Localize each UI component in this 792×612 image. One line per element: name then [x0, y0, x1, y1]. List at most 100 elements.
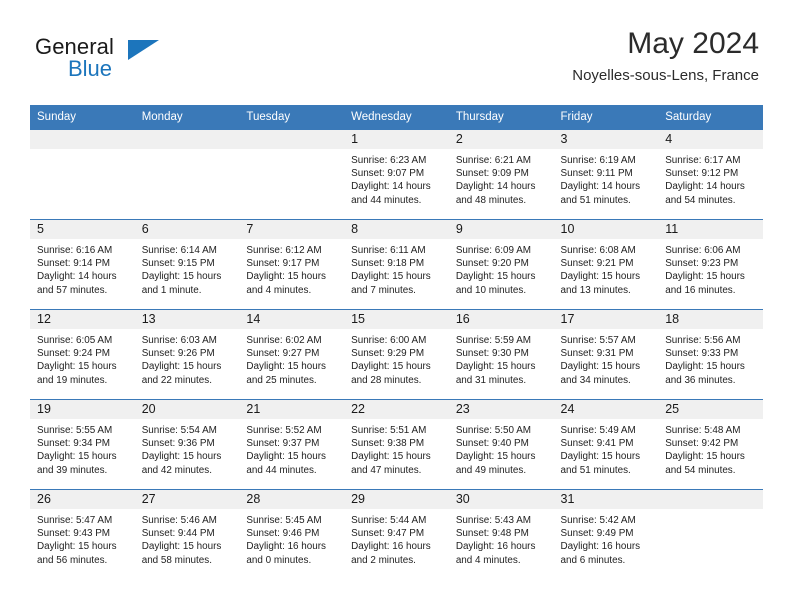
day-cell-inner: 21 Sunrise: 5:52 AM Sunset: 9:37 PM Dayligh… [239, 400, 345, 489]
day-number: 1 [344, 130, 449, 149]
sunrise-text: Sunrise: 6:12 AM [246, 245, 322, 256]
sunrise-text: Sunrise: 6:02 AM [246, 335, 322, 346]
daylight-text-line1: Daylight: 16 hours [351, 541, 431, 553]
daylight-text-line2: and 2 minutes. [351, 554, 416, 566]
calendar-day-cell[interactable]: 12 Sunrise: 6:05 AM Sunset: 9:24 PM Dayligh… [30, 309, 135, 400]
day-cell-inner: 24 Sunrise: 5:49 AM Sunset: 9:41 PM Dayligh… [553, 400, 659, 489]
daylight-text-line2: and 51 minutes. [560, 464, 631, 476]
weekday-header-sunday: Sunday [30, 105, 135, 130]
sunset-text: Sunset: 9:46 PM [246, 528, 320, 540]
calendar-day-cell[interactable]: 20 Sunrise: 5:54 AM Sunset: 9:36 PM Dayligh… [134, 399, 240, 490]
calendar-day-cell[interactable]: 21 Sunrise: 5:52 AM Sunset: 9:37 PM Dayligh… [239, 399, 345, 490]
calendar-day-cell[interactable]: 4 Sunrise: 6:17 AM Sunset: 9:12 PM Daylight… [658, 130, 763, 220]
sunset-text: Sunset: 9:15 PM [141, 258, 215, 270]
day-cell-inner: 29 Sunrise: 5:44 AM Sunset: 9:47 PM Dayligh… [344, 490, 449, 579]
daylight-text-line2: and 58 minutes. [141, 554, 212, 566]
day-number: 5 [30, 220, 135, 239]
day-cell-inner: 1 Sunrise: 6:23 AM Sunset: 9:07 PM Daylight… [344, 130, 449, 219]
calendar-day-cell[interactable]: 7 Sunrise: 6:12 AM Sunset: 9:17 PM Daylight… [239, 219, 345, 310]
daylight-text-line1: Daylight: 15 hours [665, 361, 745, 373]
day-cell-inner [658, 490, 763, 579]
daylight-text-line2: and 57 minutes. [37, 284, 108, 296]
day-number: 21 [239, 400, 345, 419]
calendar-day-cell[interactable]: 1 Sunrise: 6:23 AM Sunset: 9:07 PM Daylight… [344, 130, 449, 220]
calendar-day-cell[interactable]: 22 Sunrise: 5:51 AM Sunset: 9:38 PM Dayligh… [344, 399, 449, 490]
daylight-text-line2: and 56 minutes. [37, 554, 108, 566]
calendar-day-cell[interactable]: 28 Sunrise: 5:45 AM Sunset: 9:46 PM Dayligh… [239, 489, 345, 579]
day-number: 30 [448, 490, 554, 509]
daylight-text-line1: Daylight: 15 hours [560, 451, 641, 463]
calendar-day-cell[interactable]: 5 Sunrise: 6:16 AM Sunset: 9:14 PM Daylight… [30, 219, 135, 310]
calendar-day-cell[interactable]: 26 Sunrise: 5:47 AM Sunset: 9:43 PM Dayligh… [30, 489, 135, 579]
day-cell-inner: 30 Sunrise: 5:43 AM Sunset: 9:48 PM Dayligh… [448, 490, 554, 579]
brand-logo[interactable]: General Blue [35, 34, 185, 90]
calendar-day-cell[interactable]: 24 Sunrise: 5:49 AM Sunset: 9:41 PM Dayligh… [553, 399, 659, 490]
calendar-day-cell[interactable]: 2 Sunrise: 6:21 AM Sunset: 9:09 PM Daylight… [448, 130, 554, 220]
calendar-day-cell[interactable]: 25 Sunrise: 5:48 AM Sunset: 9:42 PM Dayligh… [658, 399, 763, 490]
day-number: 17 [553, 310, 659, 329]
location-subtitle: Noyelles-sous-Lens, France [572, 67, 759, 84]
calendar-day-cell[interactable]: 3 Sunrise: 6:19 AM Sunset: 9:11 PM Daylight… [553, 130, 659, 220]
day-number: 3 [553, 130, 659, 149]
day-details: Sunrise: 6:16 AM Sunset: 9:14 PM Daylight:… [30, 239, 135, 297]
calendar-day-cell[interactable]: 10 Sunrise: 6:08 AM Sunset: 9:21 PM Dayligh… [553, 219, 659, 310]
calendar-day-cell[interactable]: 19 Sunrise: 5:55 AM Sunset: 9:34 PM Dayligh… [30, 399, 135, 490]
daylight-text-line2: and 49 minutes. [455, 464, 527, 476]
day-details: Sunrise: 5:45 AM Sunset: 9:46 PM Daylight:… [239, 509, 344, 567]
day-number: 23 [448, 400, 554, 419]
calendar-day-cell[interactable]: 9 Sunrise: 6:09 AM Sunset: 9:20 PM Daylight… [448, 219, 554, 310]
day-cell-inner: 26 Sunrise: 5:47 AM Sunset: 9:43 PM Dayligh… [30, 490, 135, 579]
sunset-text: Sunset: 9:07 PM [351, 168, 425, 180]
daylight-text-line1: Daylight: 15 hours [455, 361, 536, 373]
calendar-day-cell[interactable]: 30 Sunrise: 5:43 AM Sunset: 9:48 PM Dayligh… [448, 489, 554, 579]
sunrise-text: Sunrise: 6:05 AM [37, 335, 113, 346]
calendar-table: Sunday Monday Tuesday Wednesday Thursday… [30, 105, 763, 579]
day-number: 11 [658, 220, 763, 239]
day-cell-inner: 8 Sunrise: 6:11 AM Sunset: 9:18 PM Daylight… [344, 220, 449, 309]
sunset-text: Sunset: 9:29 PM [351, 348, 425, 360]
title-block: May 2024 Noyelles-sous-Lens, France [572, 26, 759, 87]
day-cell-inner [30, 130, 135, 219]
day-details: Sunrise: 6:19 AM Sunset: 9:11 PM Daylight:… [554, 149, 659, 207]
calendar-page: General Blue May 2024 Noyelles-sous-Lens… [0, 0, 792, 612]
sunset-text: Sunset: 9:30 PM [455, 348, 529, 360]
calendar-day-cell[interactable]: 17 Sunrise: 5:57 AM Sunset: 9:31 PM Dayligh… [553, 309, 659, 400]
calendar-day-cell[interactable]: 16 Sunrise: 5:59 AM Sunset: 9:30 PM Dayligh… [448, 309, 554, 400]
calendar-day-cell[interactable]: 27 Sunrise: 5:46 AM Sunset: 9:44 PM Dayligh… [134, 489, 240, 579]
sunset-text: Sunset: 9:27 PM [246, 348, 320, 360]
day-details: Sunrise: 6:03 AM Sunset: 9:26 PM Daylight:… [135, 329, 240, 387]
day-cell-inner: 19 Sunrise: 5:55 AM Sunset: 9:34 PM Dayligh… [30, 400, 135, 489]
sunrise-text: Sunrise: 6:23 AM [351, 155, 427, 166]
daylight-text-line1: Daylight: 15 hours [665, 271, 745, 283]
daylight-text-line1: Daylight: 15 hours [455, 451, 536, 463]
daylight-text-line1: Daylight: 15 hours [351, 271, 431, 283]
day-number: 31 [553, 490, 659, 509]
weekday-header-monday: Monday [134, 105, 240, 130]
daylight-text-line1: Daylight: 15 hours [141, 541, 222, 553]
day-number: 14 [239, 310, 345, 329]
sunset-text: Sunset: 9:20 PM [455, 258, 529, 270]
sunrise-text: Sunrise: 5:54 AM [141, 425, 217, 436]
calendar-day-cell[interactable]: 14 Sunrise: 6:02 AM Sunset: 9:27 PM Dayligh… [239, 309, 345, 400]
calendar-day-cell[interactable]: 15 Sunrise: 6:00 AM Sunset: 9:29 PM Dayligh… [344, 309, 449, 400]
day-details: Sunrise: 6:09 AM Sunset: 9:20 PM Daylight:… [449, 239, 554, 297]
calendar-day-cell[interactable]: 23 Sunrise: 5:50 AM Sunset: 9:40 PM Dayligh… [448, 399, 554, 490]
day-number: 20 [134, 400, 240, 419]
calendar-day-cell[interactable]: 31 Sunrise: 5:42 AM Sunset: 9:49 PM Dayligh… [553, 489, 659, 579]
day-cell-inner: 20 Sunrise: 5:54 AM Sunset: 9:36 PM Dayligh… [134, 400, 240, 489]
day-details: Sunrise: 6:17 AM Sunset: 9:12 PM Daylight:… [658, 149, 763, 207]
calendar-day-cell[interactable]: 13 Sunrise: 6:03 AM Sunset: 9:26 PM Dayligh… [134, 309, 240, 400]
day-details: Sunrise: 5:48 AM Sunset: 9:42 PM Daylight:… [658, 419, 763, 477]
calendar-day-cell[interactable]: 6 Sunrise: 6:14 AM Sunset: 9:15 PM Daylight… [134, 219, 240, 310]
day-details: Sunrise: 5:51 AM Sunset: 9:38 PM Daylight:… [344, 419, 449, 477]
calendar-day-cell[interactable]: 29 Sunrise: 5:44 AM Sunset: 9:47 PM Dayligh… [344, 489, 449, 579]
sunset-text: Sunset: 9:42 PM [665, 438, 739, 450]
calendar-day-cell[interactable]: 18 Sunrise: 5:56 AM Sunset: 9:33 PM Dayligh… [658, 309, 763, 400]
day-number: 15 [344, 310, 449, 329]
sunrise-text: Sunrise: 5:59 AM [455, 335, 532, 346]
calendar-day-cell[interactable]: 8 Sunrise: 6:11 AM Sunset: 9:18 PM Daylight… [344, 219, 449, 310]
day-details: Sunrise: 6:12 AM Sunset: 9:17 PM Daylight:… [239, 239, 344, 297]
calendar-day-cell[interactable]: 11 Sunrise: 6:06 AM Sunset: 9:23 PM Dayligh… [658, 219, 763, 310]
day-number: 28 [239, 490, 345, 509]
sunrise-text: Sunrise: 6:00 AM [351, 335, 427, 346]
